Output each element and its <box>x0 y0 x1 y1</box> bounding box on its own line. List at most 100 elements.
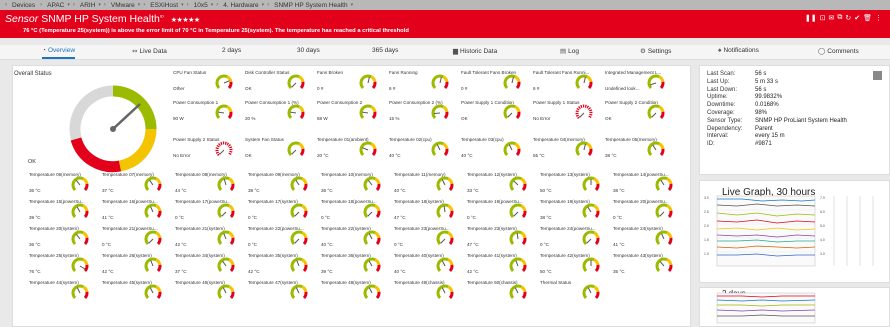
breadcrumb-item[interactable]: 10x5 <box>192 2 210 9</box>
breadcrumb-item[interactable]: ESXiHost <box>148 2 180 9</box>
channel-gauge[interactable]: Temperature 40(system) 40 °C <box>393 253 465 275</box>
channel-gauge[interactable]: CPU Fan Status Other <box>172 70 244 92</box>
channel-gauge[interactable]: Temperature 24(system) 41 °C <box>612 226 684 248</box>
channel-gauge[interactable]: Temperature 12(system) 33 °C <box>466 172 538 194</box>
mail-icon[interactable]: ✉ <box>828 14 834 22</box>
channel-gauge[interactable]: Fault Tolerant Fans Broken 0 # <box>460 70 532 92</box>
channel-gauge[interactable]: Temperature 36(system) 39 °C <box>320 253 392 275</box>
live-graph[interactable]: 3.0 2.5 2.0 1.5 1.0 7.0 6.0 5.0 4.0 3.0 <box>702 183 888 279</box>
channel-gauge[interactable]: Temperature 20(system) 36 °C <box>28 226 100 248</box>
breadcrumb-item[interactable]: Devices <box>10 2 37 9</box>
delete-icon[interactable]: 🗑 <box>863 14 872 22</box>
channel-gauge[interactable]: Temperature 15(powerSu... 39 °C <box>28 199 100 221</box>
tab-historic-data[interactable]: ▆ Historic Data <box>453 47 497 59</box>
pause-icon[interactable]: ❚❚ <box>805 14 817 22</box>
channel-gauge[interactable]: Power Supply 2 Status No Error <box>172 137 244 159</box>
channel-gauge[interactable]: Temperature 44(system) <box>28 280 100 302</box>
channel-gauge[interactable]: Temperature 19(system) 38 °C <box>539 199 611 221</box>
channel-gauge[interactable]: Power Supply 1 Status No Error <box>532 100 604 122</box>
channel-gauge[interactable]: Temperature 34(system) 37 °C <box>174 253 246 275</box>
info-key: Uptime: <box>707 94 728 101</box>
channel-gauge[interactable]: Temperature 41(system) 42 °C <box>466 253 538 275</box>
channel-gauge[interactable]: Temperature 14(powerSu... 38 °C <box>612 172 684 194</box>
channel-gauge[interactable]: Temperature 23(system) 47 °C <box>466 226 538 248</box>
channel-gauge[interactable]: Temperature 26(system) 42 °C <box>101 253 173 275</box>
channel-gauge[interactable]: Temperature 10(memory) 36 °C <box>320 172 392 194</box>
refresh-icon[interactable]: ↻ <box>845 14 851 22</box>
channel-gauge[interactable]: Temperature 07(memory) 37 °C <box>101 172 173 194</box>
tab-live-data[interactable]: ↭ Live Data <box>132 47 167 59</box>
tab-notifications[interactable]: ♠ Notifications <box>718 47 759 59</box>
days-graph[interactable] <box>702 290 888 327</box>
channel-gauge[interactable]: Temperature 48(system) <box>320 280 392 302</box>
channel-gauge[interactable]: Temperature 22(system) 40 °C <box>320 226 392 248</box>
channel-gauge[interactable]: Fans Broken 0 # <box>316 70 388 92</box>
channel-gauge[interactable]: Power Consumption 1 90 W <box>172 100 244 122</box>
breadcrumb-item[interactable]: APAC <box>45 2 66 9</box>
tab-settings[interactable]: ⚙ Settings <box>640 47 671 59</box>
channel-gauge[interactable]: Temperature 17(system) 0 °C <box>247 199 319 221</box>
channel-gauge[interactable]: Temperature 02(cpu) 40 °C <box>388 137 460 159</box>
channel-gauge[interactable]: Power Supply 2 Condition OK <box>604 100 676 122</box>
channel-gauge[interactable]: Temperature 09(memory) 38 °C <box>247 172 319 194</box>
channel-gauge[interactable]: Temperature 21(system) 42 °C <box>174 226 246 248</box>
breadcrumb-item[interactable]: 4. Hardware <box>221 2 260 9</box>
channel-gauge[interactable]: Temperature 46(system) <box>174 280 246 302</box>
channel-gauge[interactable]: System Fan Status OK <box>244 137 316 159</box>
channel-gauge[interactable]: Power Supply 1 Condition OK <box>460 100 532 122</box>
channel-gauge[interactable]: Temperature 35(system) 42 °C <box>247 253 319 275</box>
more-icon[interactable]: ⋮ <box>875 14 882 22</box>
channel-gauge[interactable]: Temperature 16(powerSu... 41 °C <box>101 199 173 221</box>
gauge-dial <box>215 74 233 90</box>
channel-gauge[interactable]: Disk Controller Status OK <box>244 70 316 92</box>
channel-gauge[interactable]: Temperature 22(powerSu... 0 °C <box>247 226 319 248</box>
channel-gauge[interactable]: Temperature 01(ambient) 20 °C <box>316 137 388 159</box>
channel-gauge[interactable]: Temperature 43(system) 35 °C <box>612 253 684 275</box>
channel-gauge[interactable]: Temperature 25(system) 76 °C <box>28 253 100 275</box>
channel-gauge[interactable]: Temperature 08(memory) 44 °C <box>174 172 246 194</box>
channel-gauge[interactable]: Thermal Status <box>539 280 611 302</box>
tab-30-days[interactable]: 30 days <box>297 47 320 59</box>
channel-gauge[interactable]: Power Consumption 1 (%) 20 % <box>244 100 316 122</box>
info-value[interactable]: Parent <box>755 126 773 134</box>
breadcrumb-item[interactable]: VMware <box>109 2 137 9</box>
channel-gauge[interactable]: Temperature 20(powerSu... 0 °C <box>612 199 684 221</box>
channel-gauge[interactable]: Temperature 19(powerSu... 0 °C <box>466 199 538 221</box>
channel-gauge[interactable]: Power Consumption 2 68 W <box>316 100 388 122</box>
copy-icon[interactable]: ⧉ <box>837 14 842 22</box>
breadcrumb-item[interactable]: ARIH <box>78 2 98 9</box>
channel-gauge[interactable]: Temperature 21(powerSu... 0 °C <box>101 226 173 248</box>
channel-gauge[interactable]: Temperature 42(system) 50 °C <box>539 253 611 275</box>
tab-overview[interactable]: ◔ Overview <box>42 47 76 59</box>
channel-gauge[interactable]: Temperature 05(memory) 38 °C <box>604 137 676 159</box>
channel-gauge[interactable]: Temperature 50(chassis) <box>466 280 538 302</box>
channel-gauge[interactable]: Integrated Management L... Undefined look… <box>604 70 676 92</box>
channel-gauge[interactable]: Temperature 45(system) <box>101 280 173 302</box>
overall-status-gauge <box>69 85 157 173</box>
channel-gauge[interactable]: Temperature 24(powerSu... 0 °C <box>539 226 611 248</box>
channel-gauge[interactable]: Temperature 11(memory) 40 °C <box>393 172 465 194</box>
qr-code-icon[interactable] <box>873 71 882 80</box>
channel-gauge[interactable]: Temperature 04(memory) 55 °C <box>532 137 604 159</box>
breadcrumb-item[interactable]: SNMP HP System Health <box>272 2 349 9</box>
channel-gauge[interactable]: Temperature 23(powerSu... 0 °C <box>393 226 465 248</box>
channel-gauge[interactable]: Temperature 49(chassis) <box>393 280 465 302</box>
channel-gauge[interactable]: Temperature 18(system) 47 °C <box>393 199 465 221</box>
tab-log[interactable]: ▤ Log <box>560 47 579 59</box>
chevron-down-icon[interactable]: ▾ <box>351 2 354 8</box>
channel-gauge[interactable]: Fans Running 6 # <box>388 70 460 92</box>
tab-365-days[interactable]: 365 days <box>372 47 398 59</box>
channel-gauge[interactable]: Power Consumption 2 (%) 15 % <box>388 100 460 122</box>
priority-stars[interactable]: ★★★★★ <box>171 17 200 24</box>
tab-comments[interactable]: ◯ Comments <box>818 47 859 59</box>
channel-gauge[interactable]: Temperature 03(cpu) 40 °C <box>460 137 532 159</box>
channel-gauge[interactable]: Temperature 18(powerSu... 0 °C <box>320 199 392 221</box>
channel-gauge[interactable]: Temperature 13(system) 50 °C <box>539 172 611 194</box>
channel-gauge[interactable]: Temperature 47(system) <box>247 280 319 302</box>
check-icon[interactable]: ⊡ <box>820 14 826 22</box>
channel-gauge[interactable]: Temperature 06(memory) 36 °C <box>28 172 100 194</box>
tick-icon[interactable]: ✔ <box>854 14 860 22</box>
channel-gauge[interactable]: Temperature 17(powerSu... 0 °C <box>174 199 246 221</box>
channel-gauge[interactable]: Fault Tolerant Fans Runni... 6 # <box>532 70 604 92</box>
tab-2-days[interactable]: 2 days <box>222 47 241 59</box>
